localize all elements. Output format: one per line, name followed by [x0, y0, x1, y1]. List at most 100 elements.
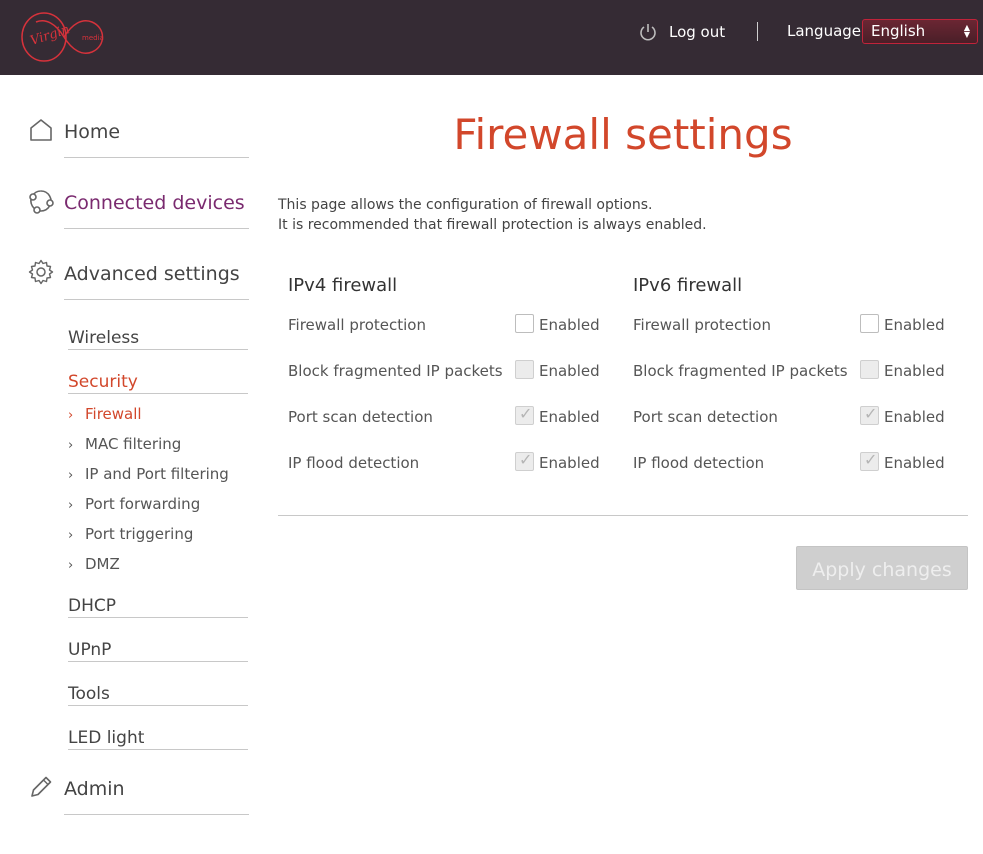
- intro-line: It is recommended that firewall protecti…: [278, 217, 707, 233]
- sidebar-sub-label: DHCP: [68, 596, 116, 616]
- security-item-mac-filtering[interactable]: › MAC filtering: [68, 435, 181, 453]
- row-label: Block fragmented IP packets: [633, 362, 848, 380]
- sidebar-item-home[interactable]: Home: [28, 117, 250, 159]
- ipv4-ip-flood-checkbox[interactable]: ✓: [515, 450, 534, 471]
- security-item-port-triggering[interactable]: › Port triggering: [68, 525, 193, 543]
- ipv6-port-scan-checkbox[interactable]: ✓: [860, 404, 879, 425]
- ipv6-firewall-protection-row: Firewall protection Enabled: [633, 314, 945, 336]
- divider: [68, 749, 248, 750]
- section-heading: IPv6 firewall: [633, 275, 743, 296]
- ipv4-firewall-protection-row: Firewall protection Enabled: [288, 314, 600, 336]
- sidebar-sub-label: Tools: [68, 684, 110, 704]
- security-item-label: MAC filtering: [85, 435, 182, 453]
- chevron-right-icon: ›: [68, 528, 74, 543]
- checkbox-label: Enabled: [539, 408, 600, 426]
- sidebar-sub-security[interactable]: Security: [68, 372, 248, 394]
- svg-text:media: media: [82, 34, 104, 42]
- security-item-port-forwarding[interactable]: › Port forwarding: [68, 495, 200, 513]
- ipv4-firewall-section: IPv4 firewall: [278, 275, 593, 296]
- checkmark-icon: ✓: [519, 450, 533, 469]
- chevron-right-icon: ›: [68, 408, 74, 423]
- sidebar-item-admin[interactable]: Admin: [28, 774, 250, 816]
- divider: [68, 349, 248, 350]
- top-bar: Virgin media Log out Language English ▲ ▼: [0, 0, 983, 75]
- sidebar-sub-wireless[interactable]: Wireless: [68, 328, 248, 350]
- ipv6-firewall-protection-checkbox[interactable]: [860, 314, 879, 333]
- checkbox-label: Enabled: [539, 454, 600, 472]
- ipv4-port-scan-checkbox[interactable]: ✓: [515, 404, 534, 425]
- checkmark-icon: ✓: [864, 450, 878, 469]
- sidebar-sub-led-light[interactable]: LED light: [68, 728, 248, 750]
- divider: [64, 299, 249, 300]
- checkbox-label: Enabled: [884, 362, 945, 380]
- security-item-ip-port-filtering[interactable]: › IP and Port filtering: [68, 465, 229, 483]
- virgin-media-logo[interactable]: Virgin media: [20, 10, 110, 64]
- intro-line: This page allows the configuration of fi…: [278, 197, 653, 213]
- language-label: Language: [787, 22, 862, 40]
- section-heading: IPv4 firewall: [288, 275, 398, 296]
- sidebar-sub-dhcp[interactable]: DHCP: [68, 596, 248, 618]
- checkmark-icon: ✓: [864, 404, 878, 423]
- section-divider: [278, 515, 968, 516]
- row-label: IP flood detection: [633, 454, 765, 472]
- row-label: Block fragmented IP packets: [288, 362, 503, 380]
- divider: [64, 228, 249, 229]
- sidebar-item-connected-devices[interactable]: Connected devices: [28, 188, 250, 230]
- security-item-firewall[interactable]: › Firewall: [68, 405, 142, 423]
- home-icon: [30, 119, 52, 141]
- security-item-label: Port forwarding: [85, 495, 201, 513]
- chevron-right-icon: ›: [68, 498, 74, 513]
- divider: [64, 814, 249, 815]
- ipv4-ip-flood-row: IP flood detection ✓ Enabled: [288, 450, 600, 474]
- divider: [68, 661, 248, 662]
- language-value: English: [871, 22, 926, 40]
- sidebar-label-home: Home: [64, 121, 121, 143]
- checkbox-label: Enabled: [884, 316, 945, 334]
- divider: [68, 705, 248, 706]
- row-label: Port scan detection: [288, 408, 433, 426]
- sidebar-sub-tools[interactable]: Tools: [68, 684, 248, 706]
- sidebar-sub-label: Security: [68, 372, 138, 392]
- logout-button[interactable]: Log out: [638, 21, 725, 43]
- sidebar-sub-upnp[interactable]: UPnP: [68, 640, 248, 662]
- ipv6-port-scan-row: Port scan detection ✓ Enabled: [633, 404, 945, 428]
- select-arrows-icon: ▲ ▼: [963, 23, 970, 39]
- divider: [68, 393, 248, 394]
- connected-devices-icon: [29, 190, 54, 214]
- sidebar-label-connected-devices: Connected devices: [64, 192, 245, 214]
- intro-text: This page allows the configuration of fi…: [278, 195, 707, 235]
- power-icon: [640, 24, 656, 41]
- chevron-right-icon: ›: [68, 558, 74, 573]
- language-select[interactable]: English ▲ ▼: [862, 19, 978, 44]
- row-label: Port scan detection: [633, 408, 778, 426]
- divider: [68, 617, 248, 618]
- sidebar-item-advanced-settings[interactable]: Advanced settings: [28, 259, 250, 301]
- sidebar-sub-label: LED light: [68, 728, 145, 748]
- ipv6-ip-flood-checkbox[interactable]: ✓: [860, 450, 879, 471]
- security-item-dmz[interactable]: › DMZ: [68, 555, 120, 573]
- ipv6-firewall-section: IPv6 firewall: [623, 275, 938, 296]
- checkmark-icon: ✓: [519, 404, 533, 423]
- ipv6-block-fragmented-row: Block fragmented IP packets Enabled: [633, 360, 945, 382]
- gear-icon: [28, 259, 54, 285]
- ipv6-ip-flood-row: IP flood detection ✓ Enabled: [633, 450, 945, 474]
- security-item-label: DMZ: [85, 555, 120, 573]
- checkbox-label: Enabled: [884, 454, 945, 472]
- ipv4-block-fragmented-checkbox[interactable]: [515, 360, 534, 379]
- security-item-label: IP and Port filtering: [85, 465, 229, 483]
- page-title: Firewall settings: [453, 110, 793, 159]
- ipv4-firewall-protection-checkbox[interactable]: [515, 314, 534, 333]
- row-label: Firewall protection: [633, 316, 771, 334]
- ipv4-port-scan-row: Port scan detection ✓ Enabled: [288, 404, 600, 428]
- divider: [64, 157, 249, 158]
- checkbox-label: Enabled: [539, 362, 600, 380]
- pencil-icon: [31, 776, 52, 797]
- chevron-right-icon: ›: [68, 438, 74, 453]
- apply-changes-button[interactable]: Apply changes: [796, 546, 968, 590]
- logout-label: Log out: [669, 23, 726, 41]
- sidebar-sub-label: UPnP: [68, 640, 112, 660]
- ipv6-block-fragmented-checkbox[interactable]: [860, 360, 879, 379]
- security-item-label: Port triggering: [85, 525, 194, 543]
- row-label: Firewall protection: [288, 316, 426, 334]
- security-item-label: Firewall: [85, 405, 142, 423]
